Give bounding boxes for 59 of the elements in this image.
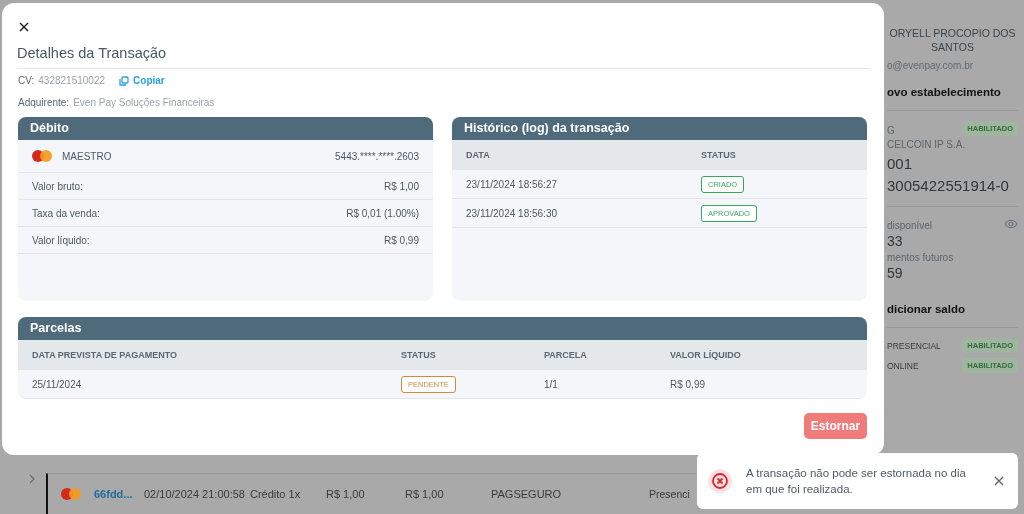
close-icon <box>994 476 1004 486</box>
card-brand: MAESTRO <box>62 150 112 162</box>
column-header: DATA <box>466 150 491 160</box>
bank-name: CELCOIN IP S.A. <box>887 139 967 150</box>
chevron-right-icon <box>28 474 36 484</box>
card-brand-icon <box>61 488 81 500</box>
account-number: 3005422551914-0 <box>887 177 1010 194</box>
future-value: 59 <box>887 265 904 281</box>
table-cell-text: 25/11/2024 <box>32 378 83 390</box>
refund-button[interactable]: Estornar <box>804 413 867 439</box>
table-cell-text: Crédito 1x <box>250 488 302 500</box>
field-value: R$ 0,01 (1.00%) <box>346 207 419 219</box>
table-cell-text: R$ 0,99 <box>670 378 707 390</box>
new-store-link[interactable]: ovo estabelecimento <box>887 86 1018 98</box>
column-header: PARCELA <box>544 350 588 360</box>
field-value: R$ 1,00 <box>383 180 419 192</box>
card-header: Débito <box>18 117 433 140</box>
cv-label: CV: <box>18 75 35 86</box>
account-label: G <box>887 124 895 136</box>
channel-label: ONLINE <box>887 360 919 371</box>
toast-message: A transação não pode ser estornada no dia em que foi realizada. <box>746 466 967 497</box>
transaction-id-link[interactable]: 66fdd... <box>94 488 144 500</box>
add-balance-link[interactable]: dicionar saldo <box>887 303 1018 315</box>
table-cell-text: PAGSEGURO <box>491 488 563 500</box>
acquirer-value: Even Pay Soluções Financeiras <box>73 97 215 108</box>
column-header: STATUS <box>701 150 737 160</box>
balance-label: disponível <box>887 220 933 231</box>
acquirer-label: Adquirente: <box>18 97 70 108</box>
future-label: mentos futuros <box>887 252 955 263</box>
error-icon <box>708 469 732 493</box>
table-cell-text: R$ 1,00 <box>405 488 445 500</box>
copy-icon <box>119 75 130 86</box>
copy-link[interactable]: Copiar <box>119 75 165 86</box>
balance-value: 33 <box>887 233 904 249</box>
table-cell-text: 23/11/2024 18:56:30 <box>466 207 558 219</box>
field-label: Taxa da venda: <box>32 207 100 219</box>
field-value: R$ 0,99 <box>383 234 419 246</box>
card-header: Parcelas <box>18 317 867 340</box>
table-cell-text: 1/1 <box>544 378 559 390</box>
table-cell-text: 02/10/2024 21:00:58 <box>144 488 246 500</box>
column-header: DATA PREVISTA DE PAGAMENTO <box>32 350 178 360</box>
column-header: VALOR LÍQUIDO <box>670 350 742 360</box>
field-label: Valor líquido: <box>32 234 90 246</box>
profile-email: o@evenpay.com.br <box>887 60 975 71</box>
close-icon <box>19 22 29 32</box>
field-label: Valor bruto: <box>32 180 83 192</box>
cv-value: 432821510022 <box>38 75 106 86</box>
channel-label: PRESENCIAL <box>887 340 941 351</box>
column-header: STATUS <box>401 350 437 360</box>
card-header: Histórico (log) da transação <box>452 117 867 140</box>
table-cell-text: Presenci <box>649 488 691 500</box>
agency-number: 001 <box>887 155 914 172</box>
card-number: 5443.****.****.2603 <box>335 150 419 162</box>
modal-title: Detalhes da Transação <box>17 45 869 69</box>
card-brand-icon <box>32 150 52 162</box>
table-cell-text: 23/11/2024 18:56:27 <box>466 178 558 190</box>
eye-icon <box>1004 219 1018 229</box>
profile-name: ORYELL PROCOPIO DOS SANTOS <box>888 26 1017 54</box>
table-cell-text: R$ 1,00 <box>326 488 366 500</box>
